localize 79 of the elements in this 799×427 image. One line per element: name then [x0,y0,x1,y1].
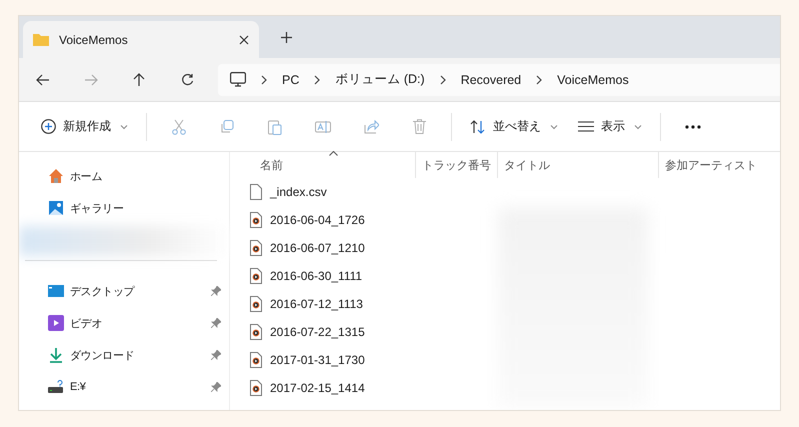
address-bar[interactable]: PC ボリューム (D:) Recovered VoiceMemos [218,64,780,96]
picture-icon [48,200,64,216]
breadcrumb-item[interactable]: PC [282,72,300,86]
sidebar-item[interactable]: ダウンロード [19,339,229,371]
breadcrumb-item[interactable]: Recovered [460,72,522,86]
share-icon [364,120,378,134]
dropdown-caret-icon [120,124,128,130]
media-file-icon [250,240,262,256]
media-file-icon [250,212,262,228]
film-icon [48,315,64,331]
pin-icon [211,350,221,360]
file-name: _index.csv [270,185,327,199]
file-name: 2016-07-12_1113 [270,297,363,311]
up-arrow-icon [133,72,145,86]
file-row[interactable]: 2017-02-15_1414 [230,374,780,402]
view-button[interactable]: 表示 [568,110,652,142]
dropdown-caret-icon [634,124,642,130]
file-row[interactable]: _index.csv [230,178,780,206]
more-icon [685,124,701,128]
column-header[interactable]: タイトル [498,152,659,178]
new-button[interactable]: 新規作成 [31,110,138,142]
download-icon [48,347,64,363]
file-name: 2017-01-31_1730 [270,353,365,367]
file-name: 2016-06-04_1726 [270,213,365,227]
folder-icon [33,33,49,46]
chevron-icon [535,74,544,84]
sidebar-item[interactable]: ギャラリー [19,192,229,224]
file-row[interactable]: 2017-01-31_1730 [230,346,780,374]
file-row[interactable]: 2016-06-07_1210 [230,234,780,262]
column-header[interactable]: 名前 [230,152,416,178]
drive-icon [48,380,64,394]
file-row[interactable]: 2016-07-12_1113 [230,290,780,318]
sidebar-item[interactable]: ホーム [19,160,229,192]
breadcrumb-item[interactable]: VoiceMemos [557,72,629,86]
file-name: 2016-07-22_1315 [270,325,365,339]
plus-icon [281,32,292,43]
column-header[interactable]: 参加アーティスト [659,152,780,178]
scissors-icon [172,118,186,134]
plus-circle-icon [41,119,56,134]
window-tab[interactable]: VoiceMemos [23,21,259,58]
pin-icon [211,318,221,328]
sidebar-item[interactable]: E:¥ [19,371,229,403]
file-row[interactable]: 2016-07-22_1315 [230,318,780,346]
refresh-icon [180,73,194,86]
clipboard-icon [268,118,282,134]
media-file-icon [250,352,262,368]
sort-button[interactable]: 並べ替え [460,110,568,142]
monitor-icon [230,72,246,87]
desktop-icon [48,284,64,298]
sort-caret-icon [328,151,338,156]
file-name: 2016-06-07_1210 [270,241,365,255]
file-name: 2016-06-30_1111 [270,269,362,283]
close-icon[interactable] [239,34,249,44]
document-icon [250,184,262,200]
sidebar-item[interactable]: ビデオ [19,307,229,339]
sidebar-item[interactable]: デスクトップ [19,275,229,307]
media-file-icon [250,296,262,312]
lines-icon [578,121,594,132]
sort-arrows-icon [470,120,486,134]
pin-icon [211,382,221,392]
forward-arrow-icon [84,74,98,86]
media-file-icon [250,380,262,396]
file-row[interactable]: 2016-06-30_1111 [230,262,780,290]
chevron-icon [438,74,447,84]
media-file-icon [250,268,262,284]
chevron-icon [313,74,322,84]
file-row[interactable]: 2016-06-04_1726 [230,206,780,234]
breadcrumb-item[interactable]: ボリューム (D:) [335,71,425,88]
file-name: 2017-02-15_1414 [270,381,365,395]
trash-icon [412,119,426,134]
rename-icon [315,120,331,134]
house-icon [48,168,64,184]
media-file-icon [250,324,262,340]
back-arrow-icon [36,74,50,86]
dropdown-caret-icon [550,124,558,130]
column-header[interactable]: トラック番号 [416,152,498,178]
copy-icon [220,120,234,134]
pin-icon [211,286,221,296]
chevron-icon [260,74,268,84]
